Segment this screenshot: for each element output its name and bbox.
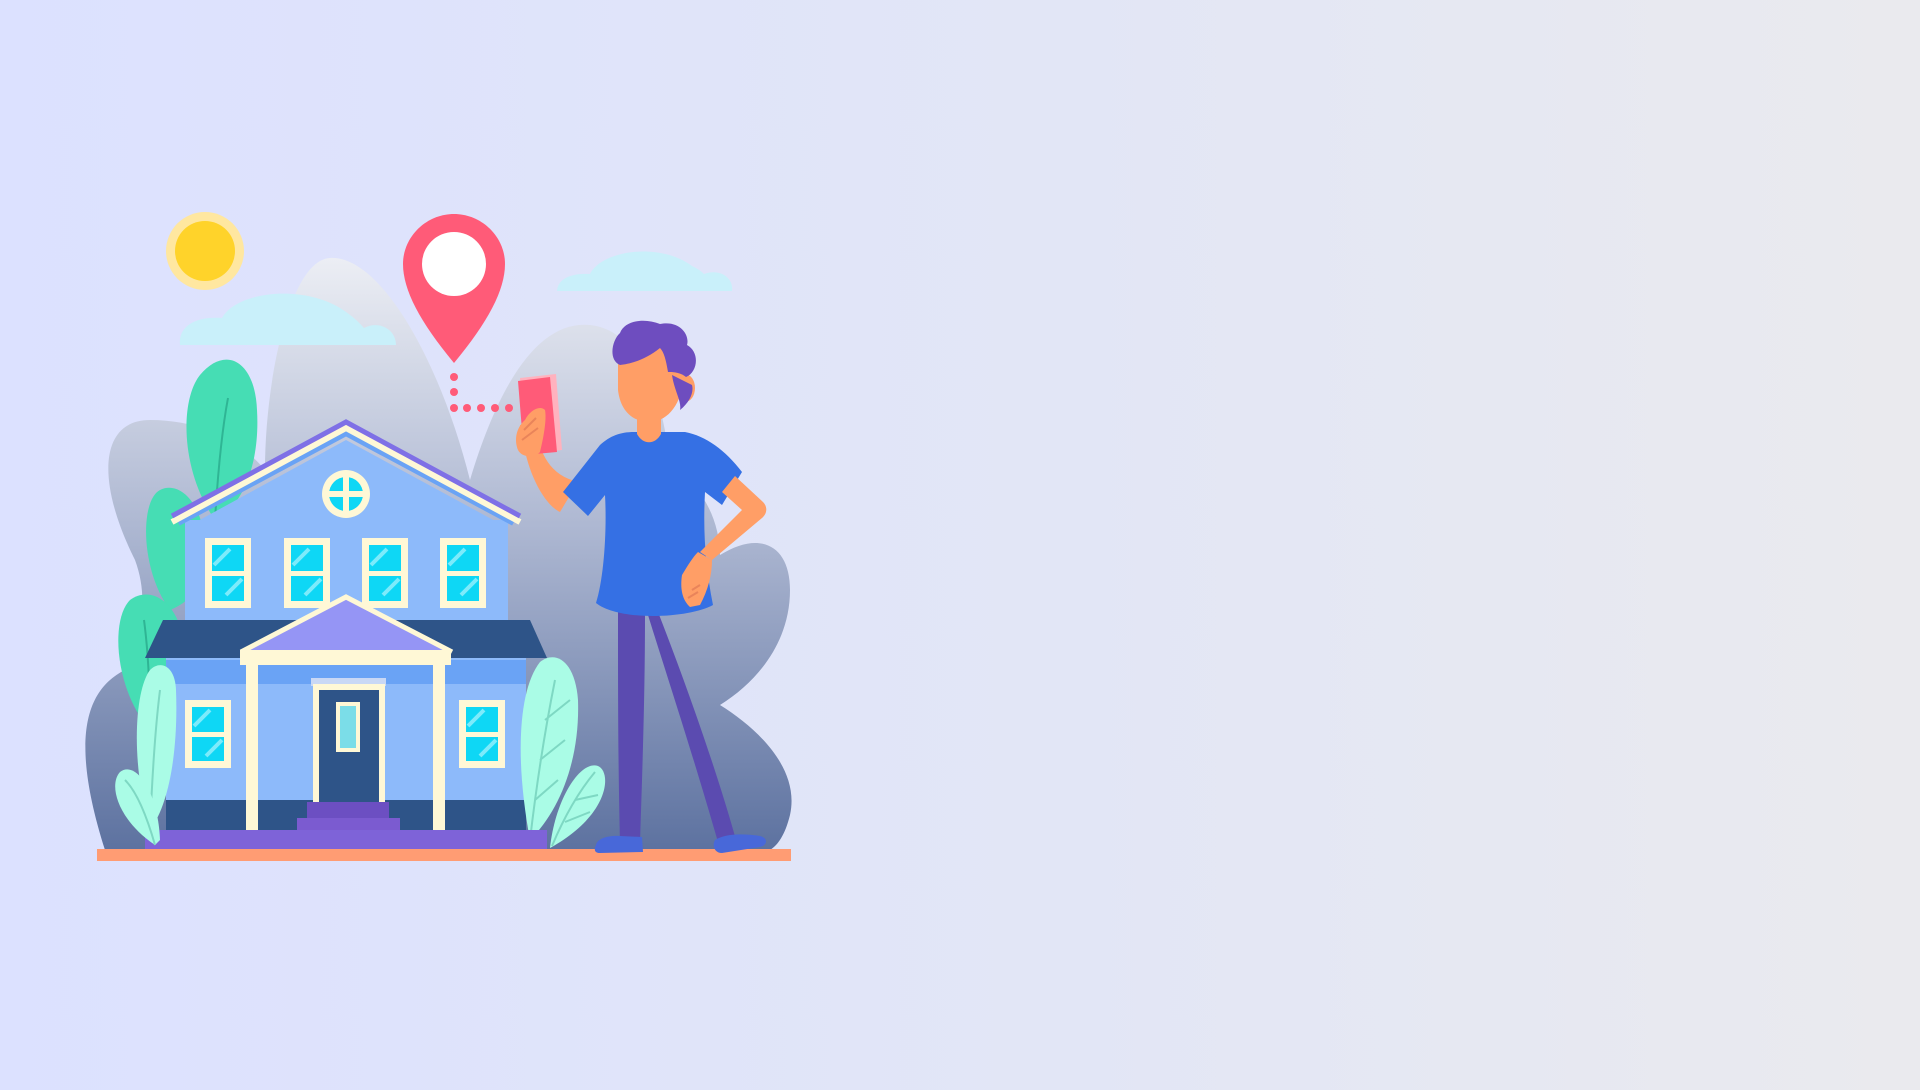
lower-window-left: [185, 700, 231, 768]
ground-line: [97, 849, 791, 861]
step-top: [307, 802, 389, 820]
window: [440, 538, 486, 608]
hero-illustration-scene: [0, 0, 1920, 1090]
attic-round-window: [322, 470, 370, 518]
window: [284, 538, 330, 608]
house-base: [145, 830, 547, 849]
step-bottom: [297, 818, 400, 832]
illustration-canvas: [0, 0, 1920, 1090]
sun-icon: [166, 212, 244, 290]
lower-window-right: [459, 700, 505, 768]
window: [205, 538, 251, 608]
front-door: [311, 678, 386, 804]
window: [362, 538, 408, 608]
